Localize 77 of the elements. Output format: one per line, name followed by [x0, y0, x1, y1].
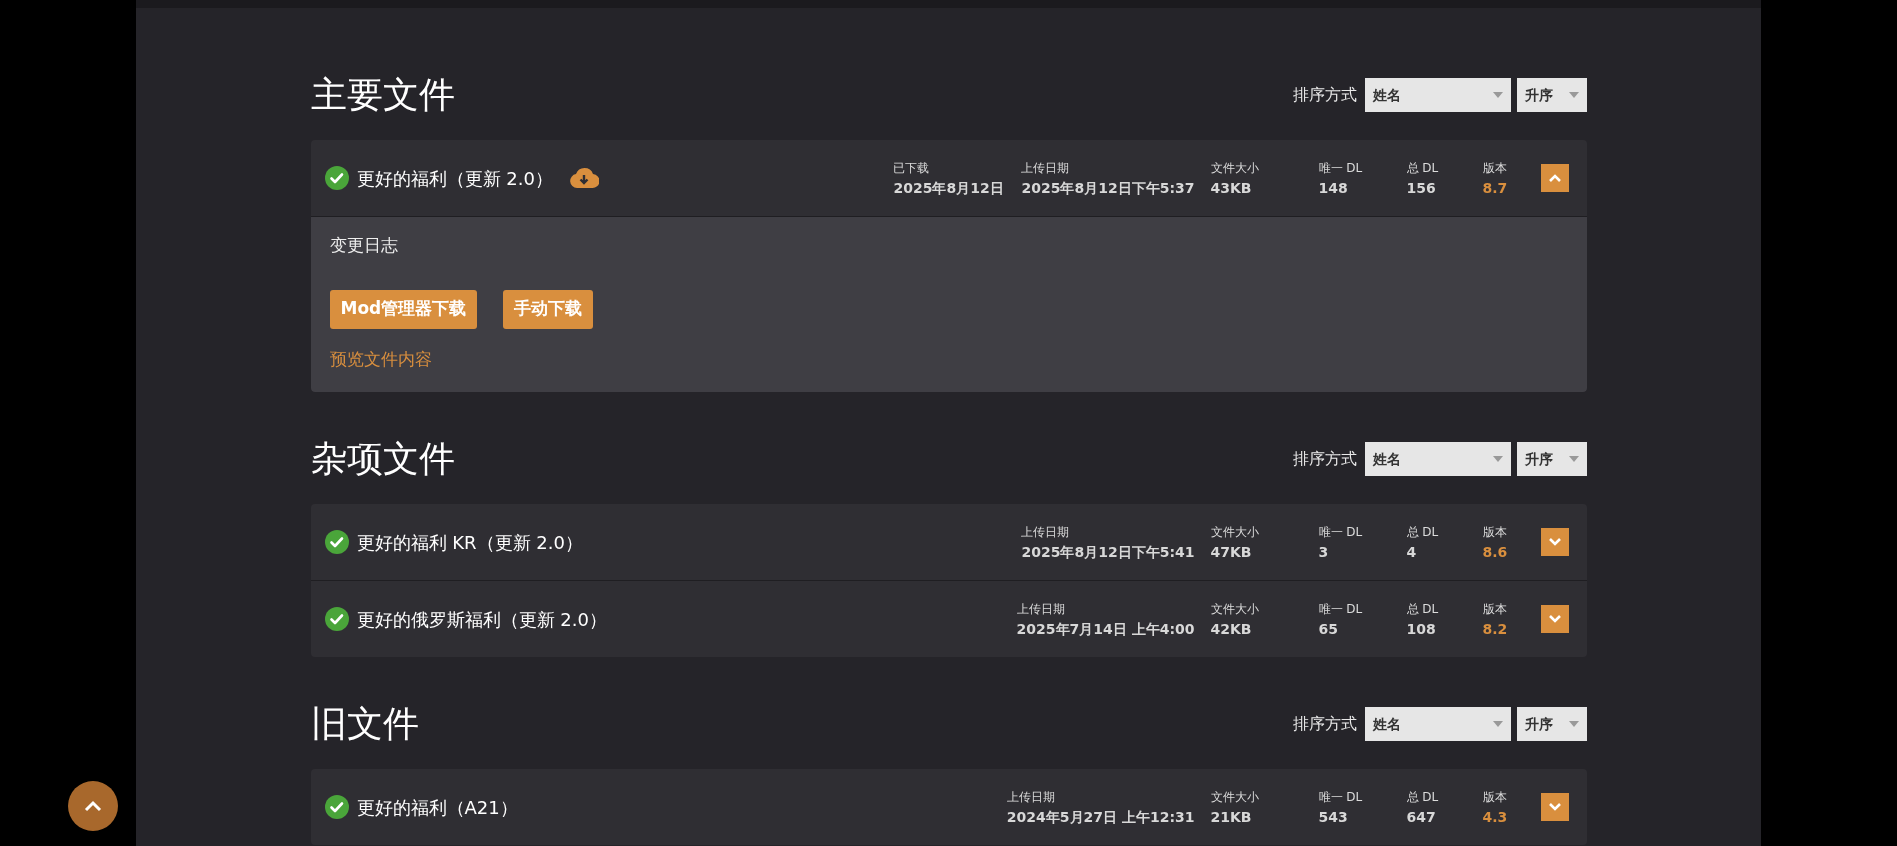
stat-value: 47KB — [1210, 543, 1252, 562]
stat-value: 2025年7月14日 上午4:00 — [1016, 620, 1195, 639]
sort-field-dropdown[interactable]: 姓名 — [1364, 442, 1511, 476]
collapse-button[interactable] — [1540, 164, 1569, 192]
stat-label: 文件大小 — [1210, 789, 1259, 806]
stat-label: 版本 — [1482, 160, 1507, 177]
sort-order-dropdown[interactable]: 升序 — [1516, 707, 1587, 741]
stat-label: 总 DL — [1406, 601, 1439, 618]
sort-order-dropdown[interactable]: 升序 — [1516, 78, 1587, 112]
stat-label: 文件大小 — [1210, 601, 1259, 618]
caret-icon — [1568, 92, 1579, 98]
sort-field-dropdown[interactable]: 姓名 — [1364, 78, 1511, 112]
stat-value: 65 — [1318, 620, 1338, 639]
stat-label: 唯一 DL — [1318, 789, 1363, 806]
file-name: 更好的福利 KR（更新 2.0） — [356, 530, 583, 555]
stat-label: 上传日期 — [1016, 601, 1065, 618]
stat-value: 2024年5月27日 上午12:31 — [1006, 808, 1195, 827]
stat-value: 4.3 — [1482, 808, 1508, 827]
caret-icon — [1492, 92, 1503, 98]
sort-order-dropdown[interactable]: 升序 — [1516, 442, 1587, 476]
stat-value: 543 — [1318, 808, 1348, 827]
file-name: 更好的福利（A21） — [356, 795, 518, 820]
sort-field-dropdown[interactable]: 姓名 — [1364, 707, 1511, 741]
section-heading: 主要文件 — [310, 73, 455, 117]
stat-value: 2025年8月12日下午5:37 — [1021, 179, 1195, 198]
caret-icon — [1568, 721, 1579, 727]
stat-value: 156 — [1406, 179, 1436, 198]
expand-button[interactable] — [1540, 605, 1569, 633]
chevron-up-icon — [84, 800, 102, 812]
stat-label: 唯一 DL — [1318, 601, 1363, 618]
stat-label: 文件大小 — [1210, 160, 1259, 177]
chevron-down-icon — [1547, 614, 1562, 624]
stat-value: 2025年8月12日 — [893, 179, 1004, 198]
stat-value: 2025年8月12日下午5:41 — [1021, 543, 1195, 562]
stat-value: 148 — [1318, 179, 1348, 198]
stat-label: 唯一 DL — [1318, 160, 1363, 177]
stat-value: 3 — [1318, 543, 1329, 562]
sort-label: 排序方式 — [1292, 84, 1357, 106]
scroll-to-top-button[interactable] — [68, 781, 118, 831]
stat-label: 已下载 — [893, 160, 930, 177]
stat-value: 8.7 — [1482, 179, 1508, 198]
file-name: 更好的俄罗斯福利（更新 2.0） — [356, 607, 607, 632]
section-heading: 旧文件 — [310, 702, 419, 746]
expand-button[interactable] — [1540, 793, 1569, 821]
file-name: 更好的福利（更新 2.0） — [356, 166, 553, 191]
stat-value: 4 — [1406, 543, 1417, 562]
stat-label: 唯一 DL — [1318, 524, 1363, 541]
caret-icon — [1568, 456, 1579, 462]
stat-value: 8.2 — [1482, 620, 1508, 639]
sort-label: 排序方式 — [1292, 713, 1357, 735]
chevron-up-icon — [1547, 173, 1562, 183]
stat-value: 43KB — [1210, 179, 1252, 198]
stat-label: 版本 — [1482, 524, 1507, 541]
stat-label: 总 DL — [1406, 524, 1439, 541]
changelog-heading: 变更日志 — [329, 234, 399, 257]
stat-value: 647 — [1406, 808, 1436, 827]
expand-button[interactable] — [1540, 528, 1569, 556]
stat-value: 21KB — [1210, 808, 1252, 827]
stat-label: 总 DL — [1406, 789, 1439, 806]
section-heading: 杂项文件 — [310, 437, 455, 481]
stat-value: 8.6 — [1482, 543, 1508, 562]
stat-label: 版本 — [1482, 601, 1507, 618]
stat-value: 42KB — [1210, 620, 1252, 639]
chevron-down-icon — [1547, 537, 1562, 547]
stat-label: 上传日期 — [1006, 789, 1055, 806]
sort-label: 排序方式 — [1292, 448, 1357, 470]
stat-value: 108 — [1406, 620, 1436, 639]
cloud-download-icon[interactable] — [568, 167, 599, 189]
stat-label: 版本 — [1482, 789, 1507, 806]
stat-label: 上传日期 — [1021, 524, 1070, 541]
stat-label: 总 DL — [1406, 160, 1439, 177]
chevron-down-icon — [1547, 802, 1562, 812]
caret-icon — [1492, 721, 1503, 727]
stat-label: 上传日期 — [1021, 160, 1070, 177]
preview-link[interactable]: 预览文件内容 — [329, 346, 432, 372]
stat-label: 文件大小 — [1210, 524, 1259, 541]
caret-icon — [1492, 456, 1503, 462]
